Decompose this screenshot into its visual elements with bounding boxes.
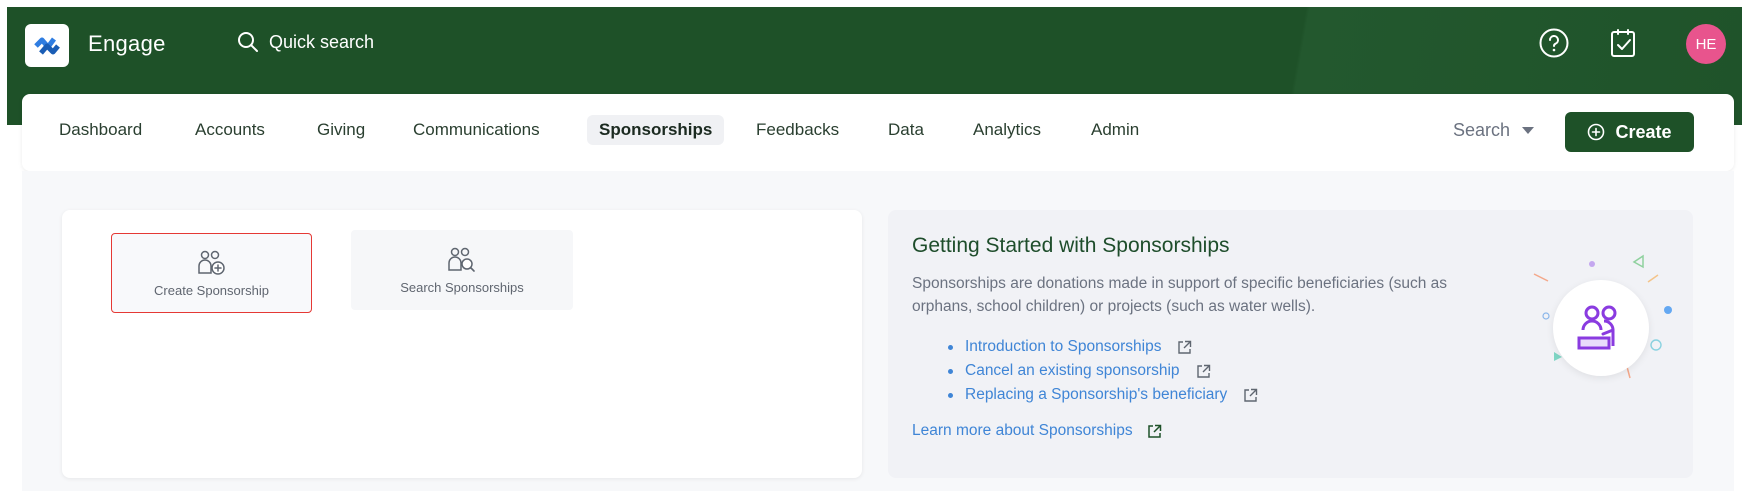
nav-sponsorships[interactable]: Sponsorships bbox=[587, 115, 725, 145]
nav-analytics[interactable]: Analytics bbox=[973, 120, 1041, 140]
help-links-list: Introduction to Sponsorships Cancel an e… bbox=[948, 335, 1258, 407]
illustration-circle bbox=[1553, 280, 1649, 376]
create-button[interactable]: Create bbox=[1565, 112, 1694, 152]
main-nav: Dashboard Accounts Giving Communications… bbox=[22, 94, 1734, 171]
nav-search-label: Search bbox=[1453, 120, 1511, 140]
person-add-icon bbox=[197, 250, 225, 275]
learn-more-label: Learn more about Sponsorships bbox=[912, 422, 1133, 439]
learn-more-link[interactable]: Learn more about Sponsorships bbox=[912, 422, 1162, 440]
tile-label: Search Sponsorships bbox=[400, 279, 524, 295]
plus-circle-icon bbox=[1588, 123, 1605, 141]
app-title: Engage bbox=[88, 31, 166, 56]
app-logo[interactable] bbox=[25, 24, 69, 67]
bullet-icon bbox=[948, 392, 953, 398]
external-link-icon[interactable] bbox=[1243, 388, 1258, 403]
nav-giving[interactable]: Giving bbox=[317, 120, 365, 140]
external-link-icon[interactable] bbox=[1177, 340, 1192, 355]
help-icon bbox=[1539, 28, 1569, 58]
bullet-icon bbox=[948, 344, 953, 350]
list-item: Introduction to Sponsorships bbox=[948, 335, 1258, 359]
user-avatar[interactable]: HE bbox=[1686, 24, 1726, 64]
search-icon bbox=[238, 32, 258, 52]
help-link-introduction[interactable]: Introduction to Sponsorships bbox=[965, 338, 1161, 356]
actions-panel: Create Sponsorship Search Sponsorships bbox=[62, 210, 862, 478]
getting-started-panel: Getting Started with Sponsorships Sponso… bbox=[888, 210, 1693, 478]
tile-label: Create Sponsorship bbox=[154, 282, 269, 298]
info-title: Getting Started with Sponsorships bbox=[912, 234, 1230, 257]
person-search-icon bbox=[448, 247, 475, 272]
bullet-icon bbox=[948, 368, 953, 374]
nav-admin[interactable]: Admin bbox=[1091, 120, 1139, 140]
sponsorship-illustration bbox=[1518, 250, 1678, 400]
nav-dashboard[interactable]: Dashboard bbox=[59, 120, 142, 140]
create-button-label: Create bbox=[1615, 121, 1672, 142]
external-link-icon bbox=[1147, 424, 1161, 438]
caret-down-icon bbox=[1522, 127, 1535, 134]
nav-feedbacks[interactable]: Feedbacks bbox=[756, 120, 839, 140]
tasks-button[interactable] bbox=[1607, 26, 1641, 60]
people-donate-icon bbox=[1577, 305, 1617, 350]
nav-search-dropdown[interactable]: Search bbox=[1453, 120, 1535, 141]
list-item: Cancel an existing sponsorship bbox=[948, 359, 1258, 383]
help-link-replacing[interactable]: Replacing a Sponsorship's beneficiary bbox=[965, 386, 1227, 404]
nav-accounts[interactable]: Accounts bbox=[195, 120, 265, 140]
list-item: Replacing a Sponsorship's beneficiary bbox=[948, 383, 1258, 407]
search-sponsorships-tile[interactable]: Search Sponsorships bbox=[351, 230, 573, 310]
quick-search[interactable]: Quick search bbox=[237, 31, 374, 53]
help-button[interactable] bbox=[1537, 26, 1571, 60]
help-link-cancel[interactable]: Cancel an existing sponsorship bbox=[965, 362, 1180, 380]
task-check-icon bbox=[1611, 29, 1635, 57]
external-link-icon[interactable] bbox=[1196, 364, 1211, 379]
nav-communications[interactable]: Communications bbox=[413, 120, 540, 140]
nav-data[interactable]: Data bbox=[888, 120, 924, 140]
logo-icon bbox=[34, 37, 60, 55]
quick-search-label: Quick search bbox=[269, 31, 375, 52]
create-sponsorship-tile[interactable]: Create Sponsorship bbox=[111, 233, 312, 313]
info-description: Sponsorships are donations made in suppo… bbox=[912, 275, 1448, 315]
